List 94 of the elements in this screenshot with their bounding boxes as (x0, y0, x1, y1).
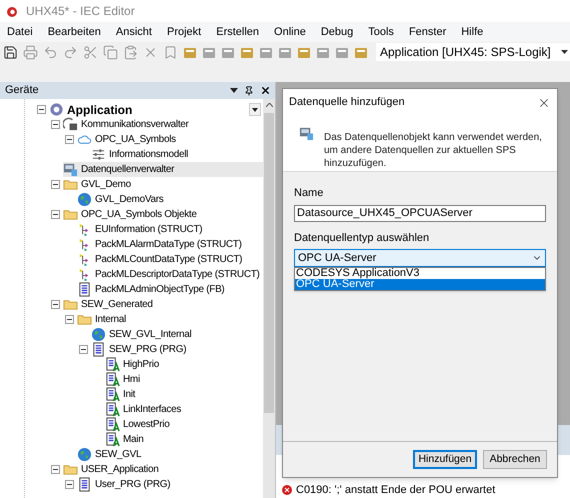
tree-item[interactable]: EUInformation (STRUCT) (77, 222, 263, 237)
document-icon (91, 342, 106, 357)
globe-icon (77, 447, 92, 462)
tree-item[interactable]: Internal (77, 312, 263, 327)
action-icon (105, 417, 120, 432)
document-icon (77, 282, 92, 297)
collapse-button[interactable] (65, 315, 74, 324)
menu-item[interactable]: Erstellen (216, 24, 260, 40)
datasource-icon (63, 162, 78, 177)
globe-icon (77, 192, 92, 207)
caret-icon (560, 50, 568, 54)
menu-item[interactable]: Datei (7, 24, 33, 40)
menu-item[interactable]: Ansicht (116, 24, 152, 40)
tree-item[interactable]: PackMLCountDataType (STRUCT) (77, 252, 263, 267)
dialog-button[interactable]: Hinzufügen (413, 450, 477, 469)
redo-icon[interactable] (63, 44, 78, 60)
tree-item[interactable]: Application (49, 100, 249, 118)
type-dropdown[interactable]: OPC UA-Server (294, 249, 546, 267)
dropdown-option[interactable]: CODESYS ApplicationV3 (295, 268, 545, 279)
tree-item[interactable]: Informationsmodell (91, 147, 263, 162)
menu-item[interactable]: Projekt (166, 24, 202, 40)
undo-icon[interactable] (43, 44, 58, 60)
menu-item[interactable]: Bearbeiten (48, 24, 101, 40)
tree-item[interactable]: GVL_DemoVars (77, 192, 263, 207)
copy-icon[interactable] (103, 44, 118, 60)
collapse-button[interactable] (79, 345, 88, 354)
datasource-icon (299, 126, 314, 141)
paste-icon[interactable] (123, 44, 138, 60)
document-icon (77, 477, 92, 492)
field-label: Datenquellentyp auswählen (294, 230, 430, 246)
tree-item[interactable]: SEW_GVL (77, 447, 263, 462)
caret-icon[interactable] (230, 88, 238, 93)
tree-item[interactable]: SEW_Generated (63, 297, 263, 312)
tree-item[interactable]: Main (105, 432, 263, 447)
save-icon[interactable] (3, 44, 18, 60)
tree-item[interactable]: SEW_PRG (PRG) (91, 342, 263, 357)
menu-item[interactable]: Online (274, 24, 306, 40)
menu-item[interactable]: Tools (368, 24, 394, 40)
dropdown-button[interactable] (249, 103, 261, 116)
collapse-button[interactable] (65, 480, 74, 489)
globe-icon (91, 327, 106, 342)
network-icon (63, 117, 78, 132)
menu-item[interactable]: Fenster (408, 24, 446, 40)
dialog-title: Datenquelle hinzufügen (289, 95, 406, 110)
bookmark-icon[interactable] (163, 44, 178, 60)
dialog-description: Das Datenquellenobjekt kann verwendet werden, um andere Datenquellen zur aktuellen SPS hinzuzufügen. (324, 131, 543, 170)
action-icon (105, 387, 120, 402)
tree-item[interactable]: OPC_UA_Symbols Objekte (63, 207, 263, 222)
collapse-button[interactable] (37, 105, 46, 114)
close-icon[interactable] (260, 85, 271, 96)
gear-icon (49, 102, 64, 117)
tree-item[interactable]: HighPrio (105, 357, 263, 372)
collapse-button[interactable] (51, 300, 60, 309)
app-logo-icon (6, 4, 18, 18)
tree-item[interactable]: PackMLAlarmDataType (STRUCT) (77, 237, 263, 252)
menu-item[interactable]: Hilfe (461, 24, 484, 40)
pin-icon[interactable] (244, 86, 254, 96)
tree-item[interactable]: LowestPrio (105, 417, 263, 432)
action-icon (105, 432, 120, 447)
panel-title: Geräte (5, 83, 40, 98)
scissors-icon[interactable] (83, 44, 98, 60)
tree-item[interactable]: Init (105, 387, 263, 402)
menu-item[interactable]: Debug (320, 24, 354, 40)
printer-icon[interactable] (23, 44, 38, 60)
action-icon (105, 372, 120, 387)
message-text: C0190: ';' anstatt Ende der POU erwartet (296, 482, 496, 498)
action-icon (105, 357, 120, 372)
tree-item[interactable]: PackMLAdminObjectType (FB) (77, 282, 263, 297)
collapse-button[interactable] (51, 180, 60, 189)
action-icon (105, 402, 120, 417)
sliders-icon (91, 147, 106, 162)
dialog-button[interactable]: Abbrechen (483, 450, 547, 469)
field-label: Name (294, 186, 324, 201)
tree-item[interactable]: GVL_Demo (63, 177, 263, 192)
dropdown-option[interactable]: OPC UA-Server (295, 279, 545, 290)
tree-item[interactable]: SEW_GVL_Internal (91, 327, 263, 342)
collapse-button[interactable] (51, 210, 60, 219)
tree-item[interactable]: USER_Application (63, 462, 263, 477)
tree-item[interactable]: PackMLDescriptorDataType (STRUCT) (77, 267, 263, 282)
collapse-button[interactable] (51, 120, 60, 129)
tree-item[interactable]: OPC_UA_Symbols (77, 132, 263, 147)
scroll-up-icon[interactable] (266, 103, 272, 107)
tree-item[interactable]: LinkInterfaces (105, 402, 263, 417)
collapse-button[interactable] (51, 465, 60, 474)
tree-item[interactable]: Datenquellenverwalter (63, 162, 263, 177)
name-field[interactable]: Datasource_UHX45_OPCUAServer (294, 204, 546, 222)
tree-item[interactable]: Hmi (105, 372, 263, 387)
collapse-button[interactable] (65, 135, 74, 144)
window-title: UHX45* - IEC Editor (26, 3, 135, 20)
tree-item[interactable]: User_PRG (PRG) (77, 477, 263, 492)
application-dropdown[interactable]: Application [UHX45: SPS-Logik] (376, 43, 570, 61)
scrollbar[interactable] (263, 99, 275, 498)
tree-item[interactable]: Kommunikationsverwalter (63, 117, 263, 132)
error-icon (282, 484, 292, 495)
